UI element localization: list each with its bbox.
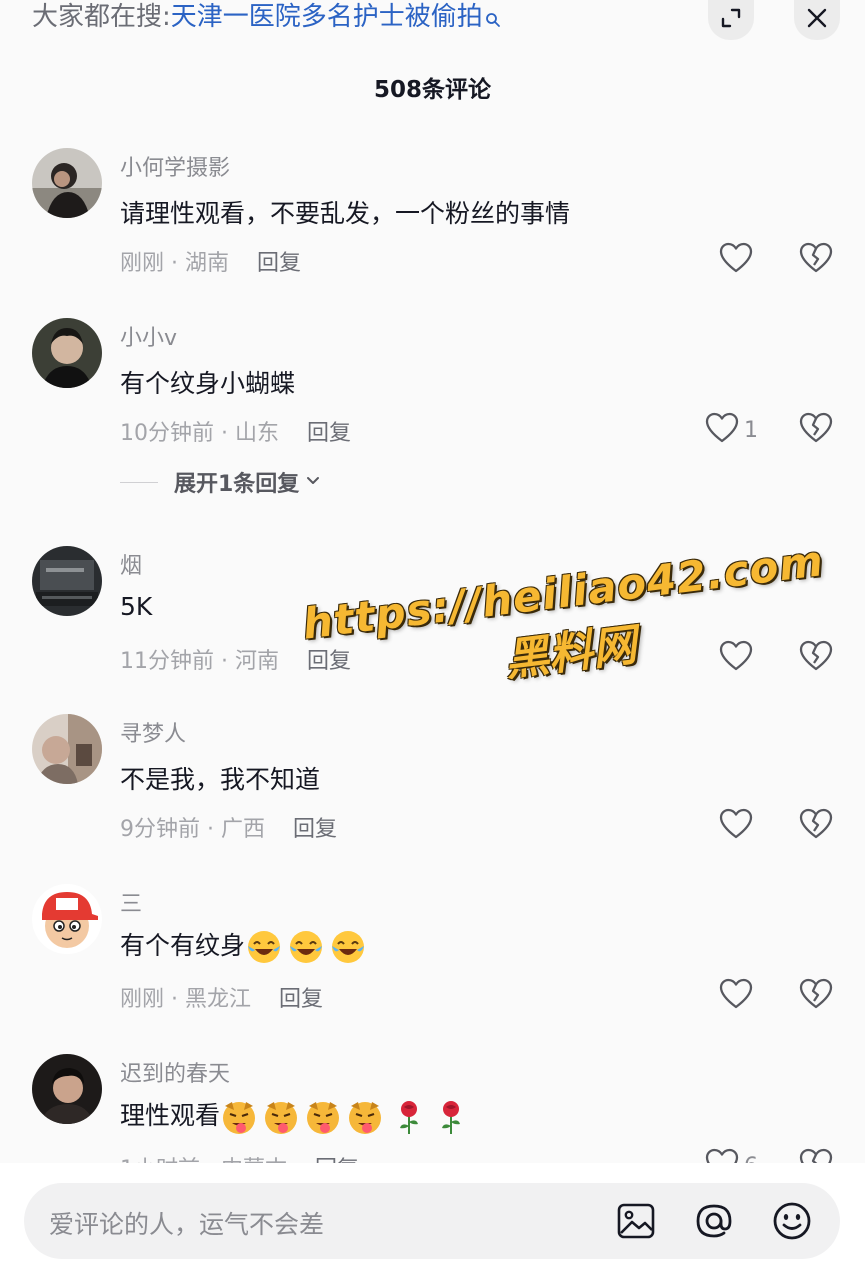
trending-search-prefix: 大家都在搜: [32, 2, 171, 32]
avatar[interactable] [32, 714, 102, 784]
comment-time: 11分钟前 [120, 649, 214, 674]
comment-text: 5K [120, 592, 153, 621]
crying-laughing-emoji [245, 928, 283, 966]
broken-heart-icon [798, 242, 834, 280]
expand-replies-label: 展开1条回复 [174, 472, 300, 497]
expand-replies-button[interactable]: 展开1条回复 [120, 466, 321, 498]
at-icon[interactable] [692, 1199, 736, 1243]
broken-heart-icon [798, 978, 834, 1016]
broken-heart-icon [798, 412, 834, 450]
comment-time: 刚刚 [120, 251, 165, 276]
comment-username[interactable]: 烟 [120, 548, 142, 580]
emoji-icon[interactable] [770, 1199, 814, 1243]
comment-count-title: 508条评论 [373, 77, 491, 103]
comment-username[interactable]: 寻梦人 [120, 716, 186, 748]
silly-face-emoji [262, 1098, 300, 1136]
reply-button[interactable]: 回复 [257, 251, 301, 276]
meta-separator: · [164, 251, 185, 276]
comment-meta: 刚刚 · 湖南 回复 [120, 245, 301, 277]
chevron-down-icon [305, 470, 321, 495]
close-icon [805, 6, 829, 34]
comment-meta: 刚刚 · 黑龙江 回复 [120, 981, 323, 1013]
comment-username[interactable]: 迟到的春天 [120, 1056, 230, 1088]
heart-icon [718, 240, 754, 280]
trending-search-query[interactable]: 天津一医院多名护士被偷拍 [171, 2, 483, 32]
like-button[interactable]: 1 [704, 410, 758, 450]
dislike-button[interactable] [798, 240, 834, 280]
dislike-button[interactable] [798, 806, 834, 846]
comment-text: 请理性观看，不要乱发，一个粉丝的事情 [120, 199, 571, 228]
image-icon[interactable] [614, 1199, 658, 1243]
top-bar: 大家都在搜:天津一医院多名护士被偷拍 [0, 0, 865, 40]
avatar[interactable] [32, 884, 102, 954]
broken-heart-icon [798, 808, 834, 846]
comment-location: 山东 [234, 421, 279, 446]
trending-search-hint[interactable]: 大家都在搜:天津一医院多名护士被偷拍 [32, 0, 501, 37]
heart-icon [718, 976, 754, 1016]
watermark: https://heiliao42.com 黑料网 [300, 536, 834, 712]
avatar[interactable] [32, 1054, 102, 1124]
dislike-button[interactable] [798, 976, 834, 1016]
like-button[interactable] [718, 976, 754, 1016]
comment-input-bar: 爱评论的人，运气不会差 [0, 1163, 865, 1280]
heart-icon [718, 806, 754, 846]
reply-button[interactable]: 回复 [293, 817, 337, 842]
comment-time: 刚刚 [120, 987, 165, 1012]
meta-separator: · [200, 817, 221, 842]
comment-input-placeholder: 爱评论的人，运气不会差 [49, 1210, 325, 1239]
meta-separator: · [214, 421, 235, 446]
comment-text: 理性观看 [120, 1096, 472, 1136]
comment-location: 河南 [234, 649, 279, 674]
crying-laughing-emoji [329, 928, 367, 966]
broken-heart-icon [798, 640, 834, 678]
expand-icon [719, 6, 743, 34]
comment-time: 9分钟前 [120, 817, 200, 842]
rose-emoji [394, 1098, 424, 1136]
like-count: 1 [744, 417, 758, 443]
comment-meta: 9分钟前 · 广西 回复 [120, 811, 337, 843]
meta-separator: · [214, 649, 235, 674]
comment-username[interactable]: 小何学摄影 [120, 150, 230, 182]
comment-username[interactable]: 三 [120, 886, 142, 918]
expand-divider [120, 481, 158, 483]
comment-location: 黑龙江 [185, 987, 252, 1012]
like-button[interactable] [718, 806, 754, 846]
comment-text: 不是我，我不知道 [120, 765, 321, 794]
comment-input[interactable]: 爱评论的人，运气不会差 [24, 1183, 840, 1259]
dislike-button[interactable] [798, 410, 834, 450]
comment-text: 有个纹身小蝴蝶 [120, 369, 296, 398]
comment-location: 广西 [220, 817, 265, 842]
like-button[interactable] [718, 240, 754, 280]
comment-meta: 10分钟前 · 山东 回复 [120, 415, 351, 447]
close-button[interactable] [794, 0, 840, 40]
comment-text-content: 理性观看 [120, 1101, 221, 1130]
search-icon [485, 3, 501, 37]
avatar[interactable] [32, 318, 102, 388]
crying-laughing-emoji [287, 928, 325, 966]
comment-text-content: 有个有纹身 [120, 931, 246, 960]
comment-username[interactable]: 小小v [120, 320, 177, 352]
silly-face-emoji [220, 1098, 258, 1136]
meta-separator: · [164, 987, 185, 1012]
comment-time: 10分钟前 [120, 421, 214, 446]
expand-button[interactable] [708, 0, 754, 40]
reply-button[interactable]: 回复 [307, 421, 351, 446]
reply-button[interactable]: 回复 [279, 987, 323, 1012]
comment-location: 湖南 [185, 251, 230, 276]
rose-emoji [436, 1098, 466, 1136]
silly-face-emoji [346, 1098, 384, 1136]
heart-icon [704, 410, 740, 450]
comment-text: 有个有纹身 [120, 926, 371, 966]
avatar[interactable] [32, 148, 102, 218]
avatar[interactable] [32, 546, 102, 616]
silly-face-emoji [304, 1098, 342, 1136]
